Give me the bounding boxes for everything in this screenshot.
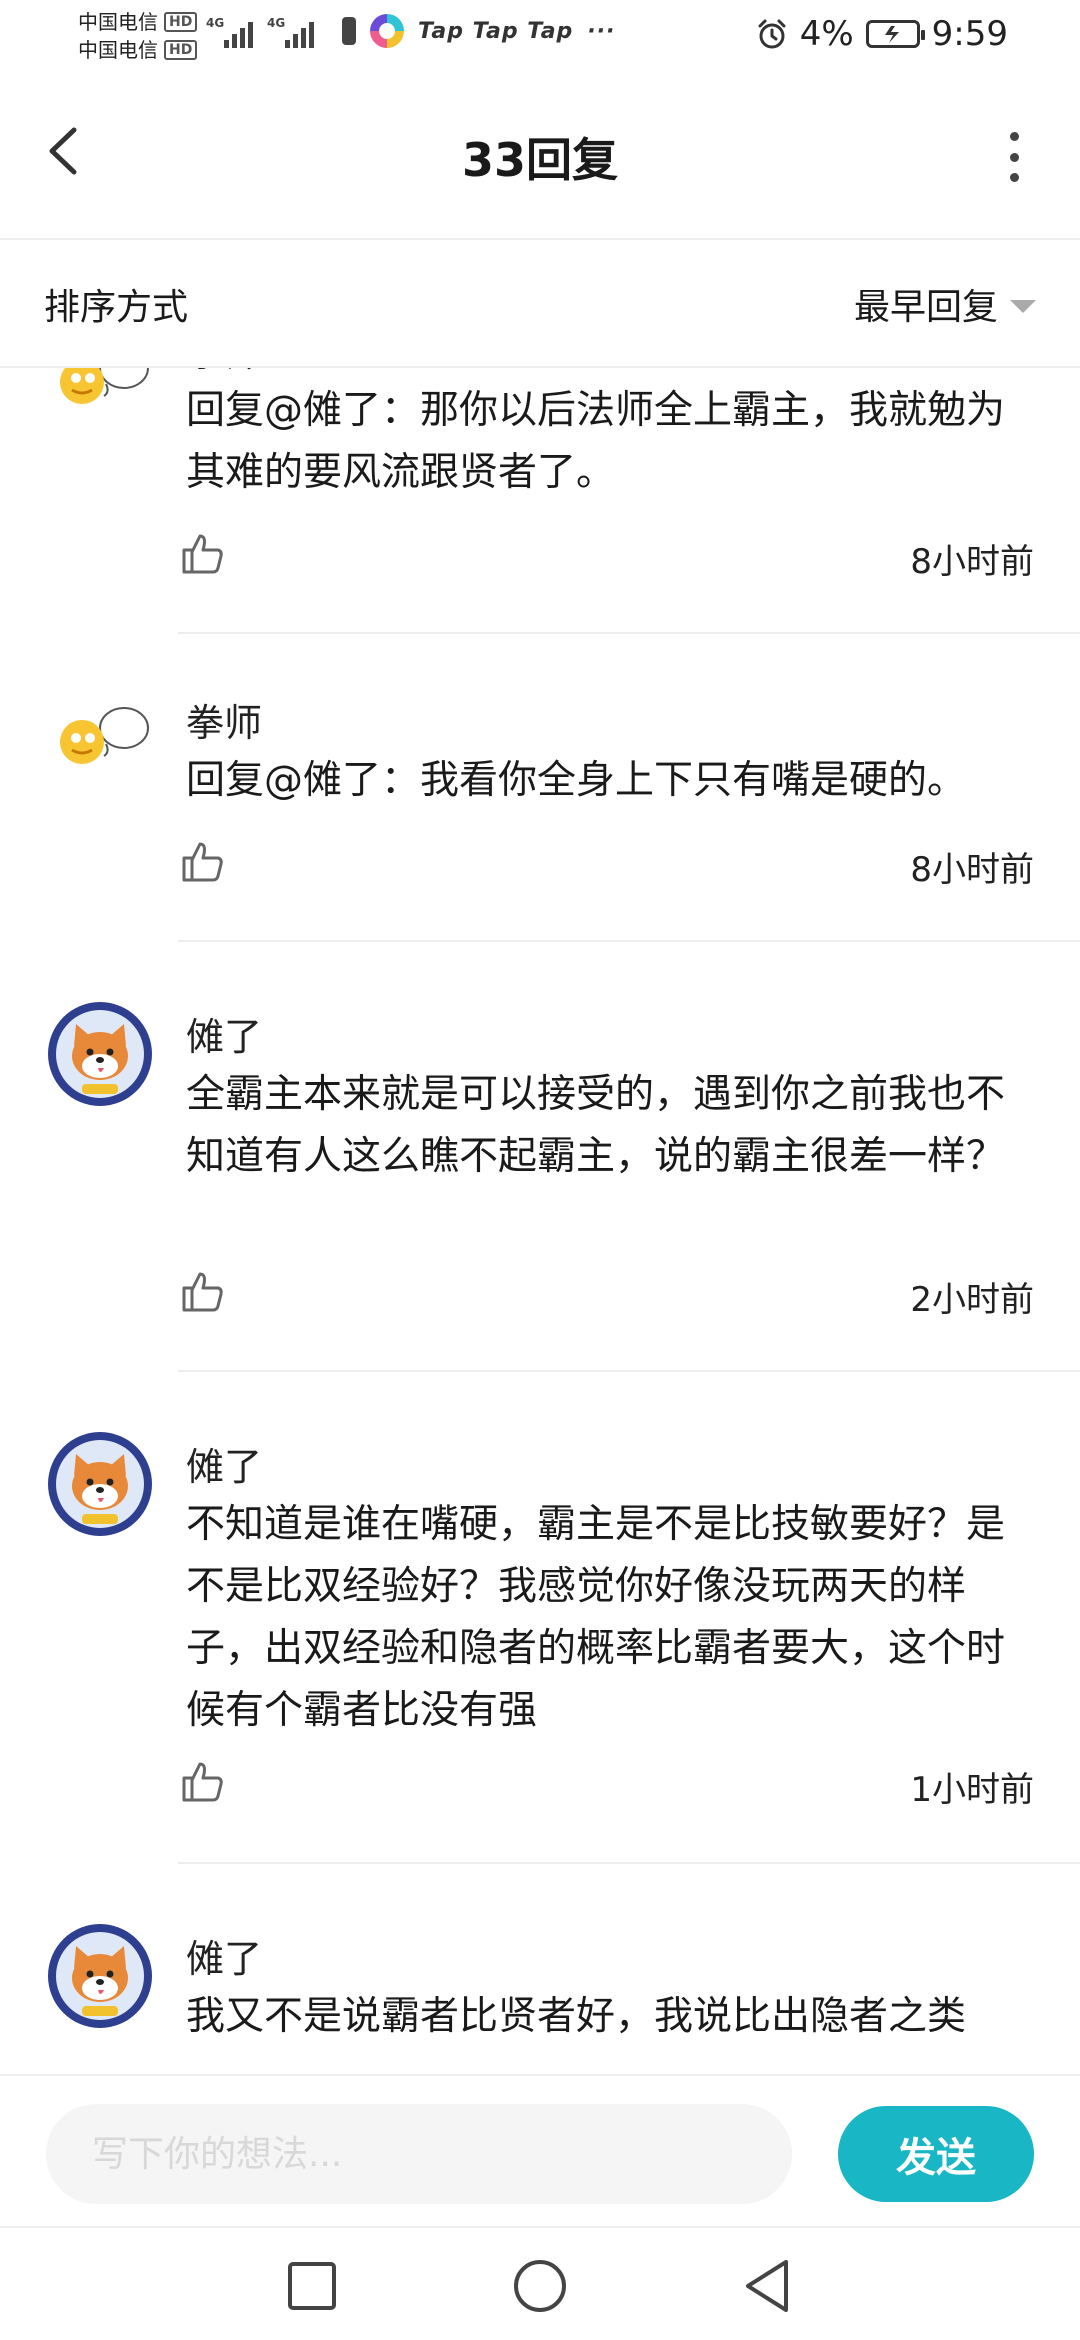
reply-item: 傩了 不知道是谁在嘴硬，霸主是不是比技敏要好？是不是比双经验好？我感觉你好像没玩… [0,1374,1080,1866]
clock: 9:59 [931,14,1008,54]
more-notifications-icon: ··· [587,18,616,44]
reply-text: 回复@傩了：那你以后法师全上霸主，我就勉为其难的要风流跟贤者了。 [186,388,1006,495]
hd-badge: HD [164,40,198,60]
reply-time: 8小时前 [910,542,1034,582]
thumbs-up-icon[interactable] [180,530,226,576]
reply-text: 回复@傩了：我看你全身上下只有嘴是硬的。 [186,758,967,803]
taptap-logo-icon [370,14,404,48]
thumbs-up-icon[interactable] [180,1268,226,1314]
signal-icon: 4G [267,16,314,48]
divider [178,940,1080,942]
smiley-avatar-icon[interactable] [46,686,154,794]
shiba-avatar-icon[interactable] [46,1430,154,1538]
reply-item: 拳师 回复@傩了：那你以后法师全上霸主，我就勉为其难的要风流跟贤者了。 8小时前 [0,368,1080,638]
reply-input[interactable] [46,2104,792,2204]
reply-list[interactable]: 拳师 回复@傩了：那你以后法师全上霸主，我就勉为其难的要风流跟贤者了。 8小时前 [0,368,1080,2074]
reply-text: 我又不是说霸者比贤者好，我说比出隐者之类 [186,1994,967,2039]
smiley-avatar-icon[interactable] [46,368,154,434]
carrier-info: 中国电信 HD 中国电信 HD [78,8,198,64]
reply-item: 拳师 回复@傩了：我看你全身上下只有嘴是硬的。 8小时前 [0,638,1080,944]
battery-charging-icon [865,20,925,48]
reply-input-bar: 发送 [0,2074,1080,2226]
divider [178,1370,1080,1372]
network-type: 4G [267,16,286,30]
reply-text: 不知道是谁在嘴硬，霸主是不是比技敏要好？是不是比双经验好？我感觉你好像没玩两天的… [186,1502,1006,1733]
chevron-down-icon [1010,299,1036,313]
header: 33回复 [0,72,1080,240]
reply-item: 傩了 全霸主本来就是可以接受的，遇到你之前我也不知道有人这么瞧不起霸主，说的霸主… [0,944,1080,1374]
reply-author[interactable]: 拳师 [186,692,262,747]
sort-selected-value: 最早回复 [853,287,998,328]
notification-icons: Tap Tap Tap ··· [342,14,615,48]
divider [178,632,1080,634]
reply-author[interactable]: 拳师 [186,368,262,377]
battery-saver-icon [342,17,356,45]
reply-item: 傩了 我又不是说霸者比贤者好，我说比出隐者之类 [0,1866,1080,2074]
more-options-icon[interactable] [1004,132,1024,182]
system-nav-bar [0,2226,1080,2340]
reply-time: 8小时前 [910,850,1034,890]
thumbs-up-icon[interactable] [180,1758,226,1804]
alarm-icon [758,19,786,49]
network-type: 4G [206,16,225,30]
signal-icon: 4G [206,16,253,48]
divider [178,1862,1080,1864]
taptap-notification-text: Tap Tap Tap [418,18,574,44]
reply-time: 1小时前 [910,1770,1034,1810]
carrier-1: 中国电信 [78,10,158,34]
send-button[interactable]: 发送 [838,2106,1034,2202]
reply-page: 中国电信 HD 中国电信 HD 4G 4G Tap Tap Tap ··· 4%… [0,0,1080,2340]
signal-icons: 4G 4G [206,16,314,48]
reply-author[interactable]: 傩了 [186,1436,262,1491]
thumbs-up-icon[interactable] [180,838,226,884]
battery-percent: 4% [799,14,854,54]
carrier-2: 中国电信 [78,38,158,62]
shiba-avatar-icon[interactable] [46,1000,154,1108]
sort-label: 排序方式 [44,287,189,328]
sort-bar: 排序方式 最早回复 [0,240,1080,368]
recent-apps-icon[interactable] [282,2256,342,2316]
status-bar: 中国电信 HD 中国电信 HD 4G 4G Tap Tap Tap ··· 4%… [0,0,1080,72]
page-title: 33回复 [461,133,618,187]
system-status: 4% 9:59 [756,14,1008,54]
reply-author[interactable]: 傩了 [186,1006,262,1061]
home-icon[interactable] [510,2256,570,2316]
sort-order-dropdown[interactable]: 最早回复 [854,278,1036,330]
reply-time: 2小时前 [910,1280,1034,1320]
back-icon[interactable] [738,2256,798,2316]
hd-badge: HD [164,12,198,32]
reply-author[interactable]: 傩了 [186,1928,262,1983]
shiba-avatar-icon[interactable] [46,1922,154,2030]
reply-text: 全霸主本来就是可以接受的，遇到你之前我也不知道有人这么瞧不起霸主，说的霸主很差一… [186,1072,1006,1179]
